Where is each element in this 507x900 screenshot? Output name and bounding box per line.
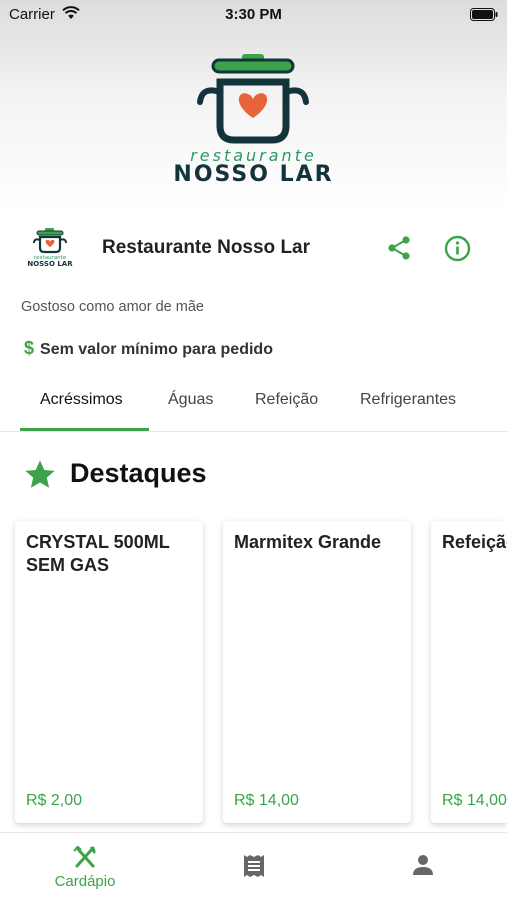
tab-aguas[interactable]: Águas — [168, 391, 213, 409]
tab-acrescimos[interactable]: Acréssimos — [40, 391, 123, 409]
product-name: Marmitex Grande — [234, 532, 382, 552]
logo-name-text: NOSSO LAR — [173, 162, 334, 187]
store-header: restaurante NOSSO LAR Restaurante Nosso … — [0, 222, 507, 274]
bottom-navigation: Cardápio — [0, 832, 507, 900]
share-icon[interactable] — [386, 235, 412, 261]
featured-card[interactable]: Refeição R$ 14,00 — [431, 521, 507, 823]
featured-card[interactable]: Marmitex Grande R$ 14,00 — [223, 521, 411, 823]
store-logo: restaurante NOSSO LAR — [27, 228, 73, 268]
nav-cardapio[interactable]: Cardápio — [40, 833, 130, 900]
status-time: 3:30 PM — [225, 6, 282, 23]
status-bar: Carrier 3:30 PM — [0, 0, 507, 28]
fork-knife-icon — [73, 845, 96, 868]
active-tab-indicator — [20, 428, 149, 431]
small-logo-name: NOSSO LAR — [27, 260, 73, 268]
receipt-icon — [244, 855, 264, 877]
product-name: CRYSTAL 500ML SEM GAS — [26, 532, 170, 575]
product-price: R$ 14,00 — [234, 792, 299, 809]
product-name: Refeição — [442, 532, 507, 552]
header-banner: Carrier 3:30 PM restaurante NOSSO LAR — [0, 0, 507, 210]
nav-orders[interactable] — [230, 833, 280, 900]
category-tabs: Acréssimos Águas Refeição Refrigerantes — [0, 380, 507, 432]
store-tagline: Gostoso como amor de mãe — [21, 299, 204, 315]
product-price: R$ 14,00 — [442, 792, 507, 809]
info-icon[interactable] — [444, 235, 471, 262]
featured-title: Destaques — [70, 458, 207, 488]
store-name: Restaurante Nosso Lar — [102, 237, 311, 258]
nav-profile[interactable] — [400, 833, 446, 900]
featured-card[interactable]: CRYSTAL 500ML SEM GAS R$ 2,00 — [15, 521, 203, 823]
min-order-notice: $ Sem valor mínimo para pedido — [24, 338, 273, 359]
star-icon — [25, 460, 55, 488]
dollar-icon: $ — [24, 338, 35, 358]
tab-refrigerantes[interactable]: Refrigerantes — [360, 391, 456, 409]
person-icon — [413, 855, 433, 875]
product-price: R$ 2,00 — [26, 792, 83, 809]
nav-cardapio-label: Cardápio — [54, 873, 116, 890]
min-order-text: Sem valor mínimo para pedido — [40, 341, 273, 358]
battery-icon — [470, 8, 498, 21]
tab-refeicao[interactable]: Refeição — [255, 391, 318, 409]
